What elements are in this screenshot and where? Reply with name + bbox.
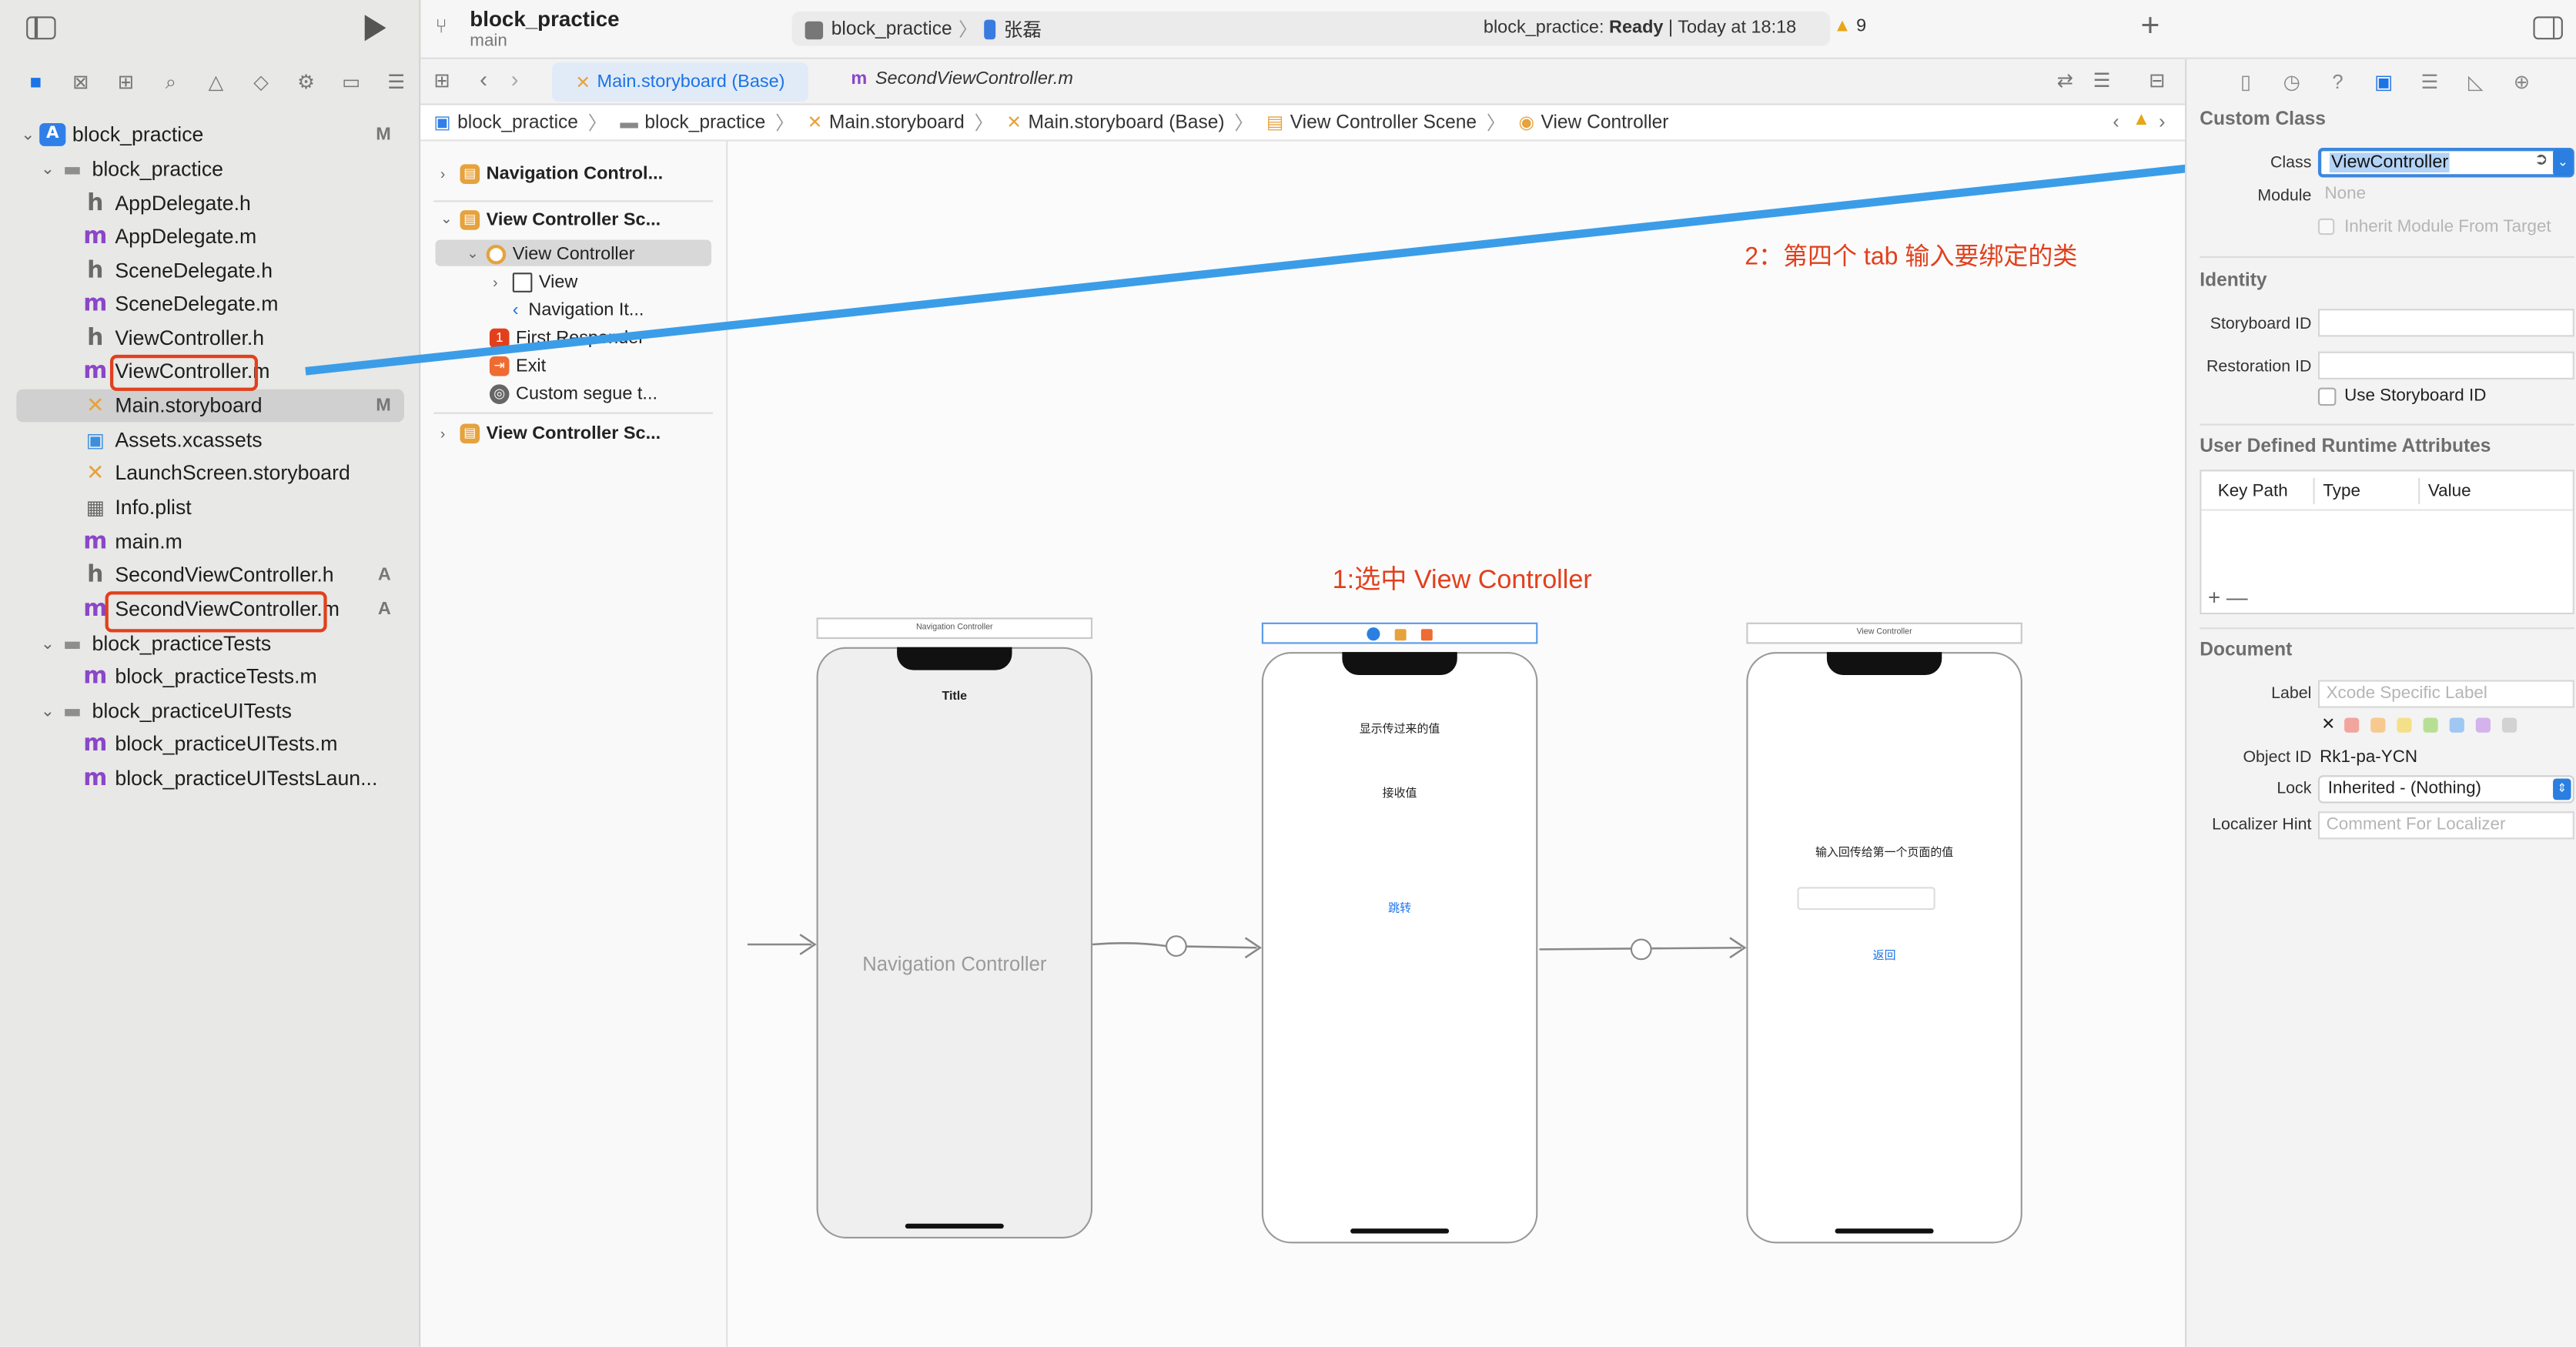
dropdown-icon[interactable]: ⌄ bbox=[2553, 149, 2573, 176]
entry-point-arrow bbox=[747, 934, 817, 955]
section-identity: Identity bbox=[2200, 271, 2267, 291]
file-inspector-icon[interactable]: ▯ bbox=[2223, 71, 2269, 94]
divider bbox=[2200, 256, 2574, 259]
object-id-label: Object ID bbox=[2243, 749, 2312, 767]
use-storyboard-id-label: Use Storyboard ID bbox=[2344, 386, 2487, 406]
lock-label: Lock bbox=[2277, 780, 2312, 799]
module-label: Module bbox=[2257, 187, 2312, 206]
restoration-id-label: Restoration ID bbox=[2206, 358, 2312, 376]
label-label: Label bbox=[2271, 684, 2312, 704]
add-remove-buttons[interactable]: + — bbox=[2208, 585, 2248, 610]
history-inspector-icon[interactable]: ◷ bbox=[2269, 71, 2315, 94]
clear-label-icon[interactable]: ✕ bbox=[2321, 716, 2335, 734]
column-key-path: Key Path bbox=[2217, 481, 2288, 501]
label-color-swatch[interactable] bbox=[2423, 717, 2438, 733]
label-color-swatch[interactable] bbox=[2397, 717, 2412, 733]
class-field[interactable]: ViewController ➲ ⌄ bbox=[2317, 148, 2574, 178]
lock-value: Inherited - (Nothing) bbox=[2327, 778, 2482, 799]
module-field[interactable]: None bbox=[2318, 182, 2574, 210]
attributes-inspector-icon[interactable]: ☰ bbox=[2407, 71, 2453, 94]
go-to-class-icon[interactable]: ➲ bbox=[2534, 151, 2548, 169]
size-inspector-icon[interactable]: ◺ bbox=[2453, 71, 2499, 94]
column-type: Type bbox=[2323, 481, 2360, 501]
restoration-id-field[interactable] bbox=[2317, 351, 2574, 379]
object-id-value: Rk1-pa-YCN bbox=[2320, 747, 2418, 767]
column-divider bbox=[2418, 477, 2420, 505]
lock-popup[interactable]: Inherited - (Nothing) ⇕ bbox=[2317, 775, 2574, 804]
label-field[interactable]: Xcode Specific Label bbox=[2317, 680, 2574, 708]
annotation-step-2: 2：第四个 tab 输入要绑定的类 bbox=[1745, 242, 2078, 272]
inherit-label: Inherit Module From Target bbox=[2344, 216, 2551, 237]
storyboard-id-label: Storyboard ID bbox=[2210, 315, 2312, 334]
label-color-swatch[interactable] bbox=[2501, 717, 2517, 733]
label-color-swatch[interactable] bbox=[2475, 717, 2491, 733]
identity-inspector-icon[interactable]: ▣ bbox=[2360, 71, 2407, 94]
inherit-checkbox[interactable] bbox=[2317, 218, 2335, 236]
inspector-tabs: ▯ ◷ ? ▣ ☰ ◺ ⊕ bbox=[2186, 59, 2576, 105]
section-custom-class: Custom Class bbox=[2200, 109, 2326, 130]
segue-arrow-show bbox=[1539, 937, 1747, 961]
label-color-swatch[interactable] bbox=[2449, 717, 2464, 733]
section-document: Document bbox=[2200, 640, 2293, 660]
divider bbox=[2200, 627, 2574, 630]
inspector-panel: ▯ ◷ ? ▣ ☰ ◺ ⊕ Custom Class Class ViewCon… bbox=[2185, 58, 2576, 1347]
section-runtime-attributes: User Defined Runtime Attributes bbox=[2200, 436, 2491, 457]
localizer-hint-label: Localizer Hint bbox=[2212, 816, 2312, 835]
help-inspector-icon[interactable]: ? bbox=[2315, 71, 2361, 94]
segue-arrow-root bbox=[1092, 935, 1263, 959]
class-label: Class bbox=[2270, 154, 2312, 173]
class-value: ViewController bbox=[2329, 152, 2451, 173]
column-divider bbox=[2313, 477, 2315, 505]
runtime-attributes-table[interactable]: Key Path Type Value + — bbox=[2200, 470, 2574, 615]
popup-chevrons-icon: ⇕ bbox=[2553, 778, 2571, 801]
label-color-swatch[interactable] bbox=[2344, 717, 2360, 733]
storyboard-id-field[interactable] bbox=[2317, 309, 2574, 337]
label-color-swatches bbox=[2344, 717, 2517, 733]
label-color-swatch[interactable] bbox=[2370, 717, 2386, 733]
annotation-step-1: 1:选中 View Controller bbox=[1332, 567, 1592, 595]
connections-inspector-icon[interactable]: ⊕ bbox=[2499, 71, 2545, 94]
use-storyboard-id-checkbox[interactable] bbox=[2317, 387, 2337, 406]
column-value: Value bbox=[2427, 481, 2471, 501]
divider bbox=[2200, 423, 2574, 426]
localizer-hint-field[interactable]: Comment For Localizer bbox=[2317, 811, 2574, 840]
